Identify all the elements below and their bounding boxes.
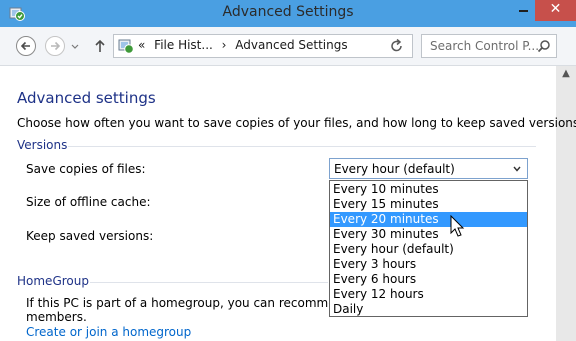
save-copies-value: Every hour (default) [334,162,455,176]
option-every-3-hours[interactable]: Every 3 hours [330,257,527,272]
page-description: Choose how often you want to save copies… [17,116,576,130]
refresh-icon [391,38,402,52]
option-every-20-minutes[interactable]: Every 20 minutes [330,212,527,227]
option-every-6-hours[interactable]: Every 6 hours [330,272,527,287]
versions-section-header: Versions [17,138,68,152]
option-every-15-minutes[interactable]: Every 15 minutes [330,197,527,212]
page-title: Advanced settings [17,89,156,107]
breadcrumb-advanced-settings[interactable]: Advanced Settings [235,38,347,52]
title-bar: Advanced Settings ✕ [0,0,576,27]
back-arrow-icon [20,41,30,51]
navigation-bar: « File Hist... › Advanced Settings Searc… [0,27,576,66]
create-homegroup-link[interactable]: Create or join a homegroup [26,325,191,339]
save-copies-dropdown-list: Every 10 minutes Every 15 minutes Every … [329,180,528,317]
breadcrumb: « File Hist... › Advanced Settings [138,38,353,52]
up-button[interactable] [91,36,109,56]
recent-locations-button[interactable] [70,36,80,56]
forward-arrow-icon [51,41,61,51]
address-bar[interactable]: « File Hist... › Advanced Settings [113,34,413,58]
close-icon: ✕ [549,1,562,17]
option-daily[interactable]: Daily [330,302,527,317]
breadcrumb-separator[interactable]: › [222,38,227,52]
save-copies-select[interactable]: Every hour (default) [329,158,528,179]
option-every-12-hours[interactable]: Every 12 hours [330,287,527,302]
homegroup-section-header: HomeGroup [17,274,89,288]
breadcrumb-overflow[interactable]: « [138,38,145,52]
minimize-button[interactable] [511,0,535,20]
breadcrumb-file-history[interactable]: File Hist... [154,38,213,52]
up-arrow-icon [95,39,105,52]
homegroup-text: If this PC is part of a homegroup, you c… [26,296,371,310]
search-box[interactable]: Search Control P... [421,34,557,58]
forward-button[interactable] [45,36,65,56]
homegroup-text-continued: members. [26,310,87,324]
offline-cache-label: Size of offline cache: [26,195,151,209]
search-placeholder: Search Control P... [430,39,540,53]
vertical-scrollbar[interactable]: ▲ [556,66,576,341]
chevron-down-icon [513,166,521,172]
window-title: Advanced Settings [222,4,354,20]
option-every-hour[interactable]: Every hour (default) [330,242,527,257]
chevron-down-icon [71,44,79,49]
scroll-up-icon[interactable]: ▲ [556,66,576,82]
control-panel-icon [118,39,134,54]
mouse-pointer-icon [450,215,465,237]
section-divider [90,282,328,283]
save-copies-label: Save copies of files: [26,162,146,176]
option-every-10-minutes[interactable]: Every 10 minutes [330,182,527,197]
back-button[interactable] [16,36,36,56]
section-divider [68,146,536,147]
close-button[interactable]: ✕ [535,0,576,21]
search-icon[interactable] [537,39,551,53]
keep-versions-label: Keep saved versions: [26,229,154,243]
refresh-button[interactable] [385,36,409,56]
option-every-30-minutes[interactable]: Every 30 minutes [330,227,527,242]
